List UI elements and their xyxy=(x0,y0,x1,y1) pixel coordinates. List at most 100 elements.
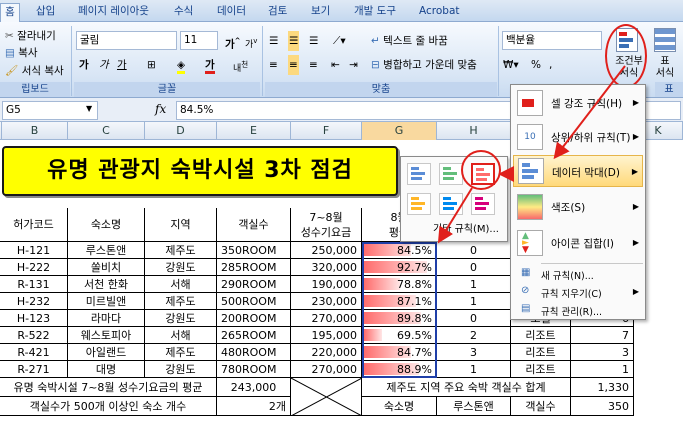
column-header-e[interactable]: E xyxy=(217,122,291,140)
cell-region[interactable]: 서해 xyxy=(145,276,217,293)
cell-h[interactable]: 3 xyxy=(437,344,511,361)
summary-value-jeju-rooms[interactable]: 1,330 xyxy=(571,378,634,397)
merge-center-button[interactable]: ⊟ 병합하고 가운데 맞춤 xyxy=(370,55,478,75)
cell-rooms[interactable]: 500ROOM xyxy=(217,293,291,310)
underline-button[interactable]: 가 xyxy=(116,55,128,75)
table-format-button[interactable]: 표 서식 xyxy=(650,26,680,80)
cell-rooms[interactable]: 265ROOM xyxy=(217,327,291,344)
cell-rooms[interactable]: 480ROOM xyxy=(217,344,291,361)
cell-code[interactable]: R-131 xyxy=(0,276,68,293)
summary-label-avg-fee[interactable]: 유명 숙박시설 7~8월 성수기요금의 평균 xyxy=(0,378,217,397)
decrease-indent-button[interactable]: ⇤ xyxy=(330,55,341,75)
fx-label[interactable]: fx xyxy=(155,102,166,116)
cell-type[interactable]: 리조트 xyxy=(511,361,571,378)
name-box-dropdown-icon[interactable]: ▼ xyxy=(86,104,92,113)
tab-view[interactable]: 보기 xyxy=(311,3,330,22)
cell-h[interactable]: 0 xyxy=(437,310,511,327)
copy-button[interactable]: ▤ 복사 xyxy=(4,43,39,63)
cell-rank[interactable]: 1 xyxy=(571,361,634,378)
cell-h[interactable]: 1 xyxy=(437,361,511,378)
tab-page-layout[interactable]: 페이지 레이아웃 xyxy=(78,3,149,22)
tab-formulas[interactable]: 수식 xyxy=(174,3,193,22)
header-cell-name[interactable]: 숙소명 xyxy=(68,208,145,242)
lookup-label-rooms[interactable]: 객실수 xyxy=(511,397,571,416)
tab-developer[interactable]: 개발 도구 xyxy=(354,3,396,22)
databar-purple-swatch[interactable] xyxy=(471,193,495,215)
column-header-b[interactable]: B xyxy=(2,122,68,140)
lookup-value-name[interactable]: 루스톤앤 xyxy=(437,397,511,416)
cell-name[interactable]: 쏠비치 xyxy=(68,259,145,276)
menu-item-color-scales[interactable]: 색조(S) ▶ xyxy=(513,191,643,223)
font-size-select[interactable]: 11 xyxy=(180,31,218,50)
cell-type[interactable]: 리조트 xyxy=(511,344,571,361)
cell-name[interactable]: 라마다 xyxy=(68,310,145,327)
cell-name[interactable]: 루스톤앤 xyxy=(68,242,145,259)
border-button[interactable]: ⊞ xyxy=(146,55,157,75)
databar-lightblue-swatch[interactable] xyxy=(439,193,463,215)
databar-blue-swatch[interactable] xyxy=(407,163,431,185)
cell-code[interactable]: R-522 xyxy=(0,327,68,344)
cell-h[interactable]: 2 xyxy=(437,327,511,344)
menu-item-new-rule[interactable]: ▦ 새 규칙(N)... xyxy=(513,266,643,283)
more-rules-item[interactable]: 기타 규칙(M)... xyxy=(405,221,503,239)
align-left-button[interactable]: ≡ xyxy=(268,55,279,75)
column-header-c[interactable]: C xyxy=(68,122,145,140)
currency-button[interactable]: ₩▾ xyxy=(502,55,520,75)
wrap-text-button[interactable]: ↵ 텍스트 줄 바꿈 xyxy=(370,31,449,51)
number-format-select[interactable]: 백분율 xyxy=(502,31,602,50)
cell-rooms[interactable]: 290ROOM xyxy=(217,276,291,293)
header-cell-fee[interactable]: 7~8월 성수기요금 xyxy=(291,208,362,242)
databar-green-swatch[interactable] xyxy=(439,163,463,185)
cell-rank[interactable]: 7 xyxy=(571,327,634,344)
cell-region[interactable]: 강원도 xyxy=(145,310,217,327)
menu-item-highlight-rules[interactable]: 셀 강조 규칙(H) ▶ xyxy=(513,87,643,119)
cell-rank[interactable]: 3 xyxy=(571,344,634,361)
cell-region[interactable]: 서해 xyxy=(145,327,217,344)
cell-fee[interactable]: 320,000 xyxy=(291,259,362,276)
format-painter-button[interactable]: 🖌 서식 복사 xyxy=(4,61,65,81)
cell-code[interactable]: H-232 xyxy=(0,293,68,310)
cell-name[interactable]: 미르빌앤 xyxy=(68,293,145,310)
blank-crossed-cell[interactable] xyxy=(291,378,362,416)
align-middle-button[interactable]: ☰ xyxy=(288,31,300,51)
cell-name[interactable]: 대명 xyxy=(68,361,145,378)
column-header-h[interactable]: H xyxy=(437,122,511,140)
tab-data[interactable]: 데이터 xyxy=(217,3,246,22)
summary-label-large-count[interactable]: 객실수가 500개 이상인 숙소 개수 xyxy=(0,397,217,416)
header-cell-code[interactable]: 허가코드 xyxy=(0,208,68,242)
cell-code[interactable]: H-123 xyxy=(0,310,68,327)
menu-item-icon-sets[interactable]: ▲ ► ▼ 아이콘 집합(I) ▶ xyxy=(513,227,643,259)
shrink-font-button[interactable]: 가v xyxy=(244,31,258,51)
font-color-button[interactable]: 가 xyxy=(204,55,216,75)
grow-font-button[interactable]: 가^ xyxy=(224,31,242,51)
column-header-d[interactable]: D xyxy=(145,122,217,140)
percent-button[interactable]: % xyxy=(530,55,542,75)
cell-h[interactable]: 0 xyxy=(437,242,511,259)
cell-name[interactable]: 서천 한화 xyxy=(68,276,145,293)
cell-region[interactable]: 강원도 xyxy=(145,361,217,378)
phonetic-button[interactable]: 내천 xyxy=(232,55,249,75)
cell-code[interactable]: R-421 xyxy=(0,344,68,361)
cell-fee[interactable]: 220,000 xyxy=(291,344,362,361)
cell-fee[interactable]: 230,000 xyxy=(291,293,362,310)
fill-color-button[interactable]: ◈ xyxy=(176,55,186,75)
lookup-value-rooms[interactable]: 350 xyxy=(571,397,634,416)
comma-button[interactable]: , xyxy=(548,55,553,75)
increase-indent-button[interactable]: ⇥ xyxy=(348,55,359,75)
summary-label-jeju-rooms[interactable]: 제주도 지역 주요 숙박 객실수 합계 xyxy=(362,378,571,397)
align-top-button[interactable]: ☰ xyxy=(268,31,279,51)
tab-review[interactable]: 검토 xyxy=(268,3,287,22)
cell-fee[interactable]: 250,000 xyxy=(291,242,362,259)
cell-fee[interactable]: 190,000 xyxy=(291,276,362,293)
align-right-button[interactable]: ≡ xyxy=(308,55,319,75)
tab-insert[interactable]: 삽입 xyxy=(36,3,55,22)
summary-value-large-count[interactable]: 2개 xyxy=(217,397,291,416)
cell-h[interactable]: 1 xyxy=(437,293,511,310)
cell-fee[interactable]: 195,000 xyxy=(291,327,362,344)
cell-region[interactable]: 강원도 xyxy=(145,259,217,276)
cell-code[interactable]: H-222 xyxy=(0,259,68,276)
align-bottom-button[interactable]: ☰ xyxy=(308,31,319,51)
name-box[interactable]: G5 xyxy=(2,101,98,120)
cell-rooms[interactable]: 780ROOM xyxy=(217,361,291,378)
databar-orange-swatch[interactable] xyxy=(407,193,431,215)
